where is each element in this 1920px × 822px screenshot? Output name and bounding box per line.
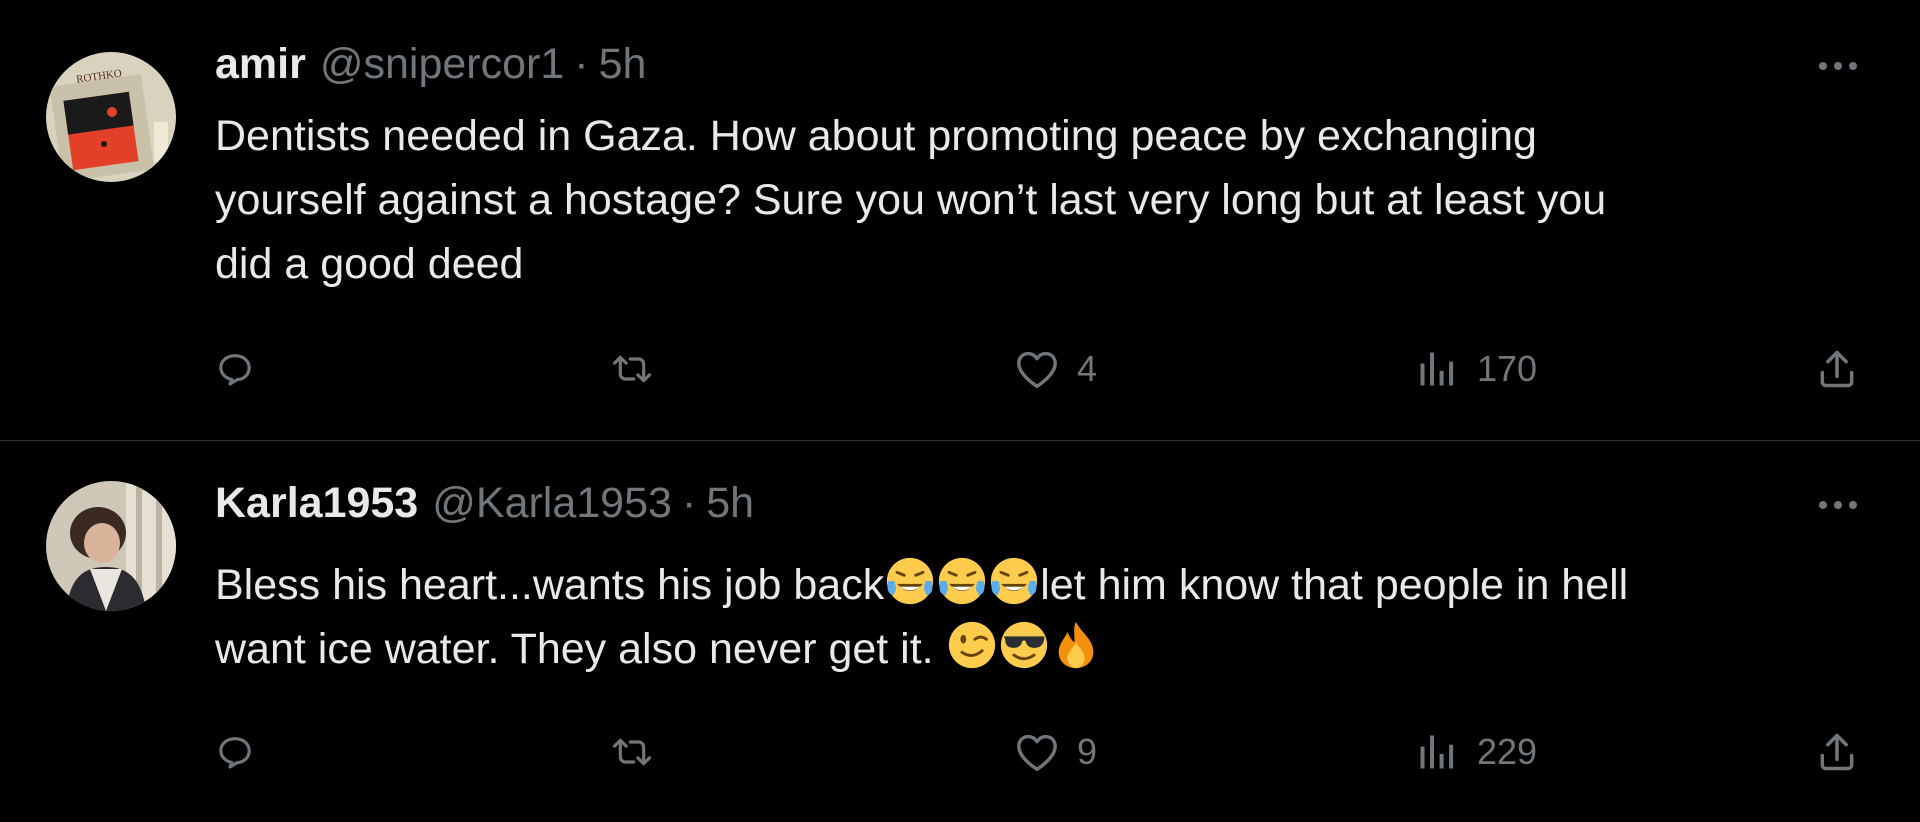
user-handle[interactable]: @snipercor1 [320,40,564,89]
reply-button[interactable] [215,339,255,399]
like-count: 4 [1077,348,1098,389]
share-button[interactable] [1815,722,1859,782]
avatar[interactable] [46,481,176,611]
tweet-text-segment: want ice water. They also never get it. [215,625,946,673]
winking-face-icon [948,621,995,669]
face-with-tears-of-joy-icon [939,557,986,605]
share-icon [1820,350,1854,388]
tweet-text: Bless his heart...wants his job back let… [215,553,1875,681]
reply-icon [219,354,251,386]
share-icon [1820,733,1854,771]
action-bar: 9 229 [215,722,1875,782]
views-icon [1420,735,1454,769]
reply-button[interactable] [215,722,255,782]
face-with-tears-of-joy-icon [991,557,1038,605]
tweet-text: Dentists needed in Gaza. How about promo… [215,104,1875,296]
tweet-text-segment: let him know that people in hell [1040,561,1629,609]
display-name[interactable]: amir [215,40,306,89]
tweet-text-line: Bless his heart...wants his job back let… [215,553,1875,617]
tweet-text-segment: Bless his heart...wants his job back [215,561,885,609]
tweet-header: Karla1953 @Karla1953 · 5h [215,479,754,539]
tweet-text-line: yourself against a hostage? Sure you won… [215,176,1607,224]
face-with-tears-of-joy-icon [887,557,934,605]
action-bar: 4 170 [215,339,1875,399]
heart-icon [1017,734,1057,771]
timestamp[interactable]: 5h [599,40,647,89]
like-button[interactable]: 9 [1015,722,1097,782]
like-count: 9 [1077,731,1098,772]
tweet[interactable]: ROTHKO amir @snipercor1 · 5h Dentists ne… [0,0,1920,441]
views-button[interactable]: 170 [1415,339,1537,399]
views-icon [1420,352,1454,386]
display-name[interactable]: Karla1953 [215,479,418,528]
more-options-icon[interactable] [1808,485,1868,525]
tweet[interactable]: Karla1953 @Karla1953 · 5h Bless his hear… [0,441,1920,822]
avatar[interactable]: ROTHKO [46,52,176,182]
tweet-text-line: Dentists needed in Gaza. How about promo… [215,112,1537,160]
user-handle[interactable]: @Karla1953 [432,479,672,528]
tweet-text-line: did a good deed [215,240,524,288]
timestamp[interactable]: 5h [706,479,754,528]
smiling-face-with-sunglasses-icon [1000,621,1047,669]
separator-dot: · [574,40,589,88]
repost-button[interactable] [610,339,654,399]
repost-icon [612,355,652,383]
like-button[interactable]: 4 [1015,339,1097,399]
fire-icon [1058,621,1093,669]
heart-icon [1017,351,1057,388]
views-count: 170 [1477,348,1538,389]
repost-button[interactable] [610,722,654,782]
repost-icon [612,738,652,766]
more-options-icon[interactable] [1808,46,1868,86]
share-button[interactable] [1815,339,1859,399]
views-count: 229 [1477,731,1538,772]
tweet-text-line: want ice water. They also never get it. [215,617,1875,681]
separator-dot: · [681,479,697,527]
tweet-header: amir @snipercor1 · 5h [215,40,646,100]
reply-icon [219,737,251,769]
views-button[interactable]: 229 [1415,722,1537,782]
timeline: ROTHKO amir @snipercor1 · 5h Dentists ne… [0,0,1920,822]
